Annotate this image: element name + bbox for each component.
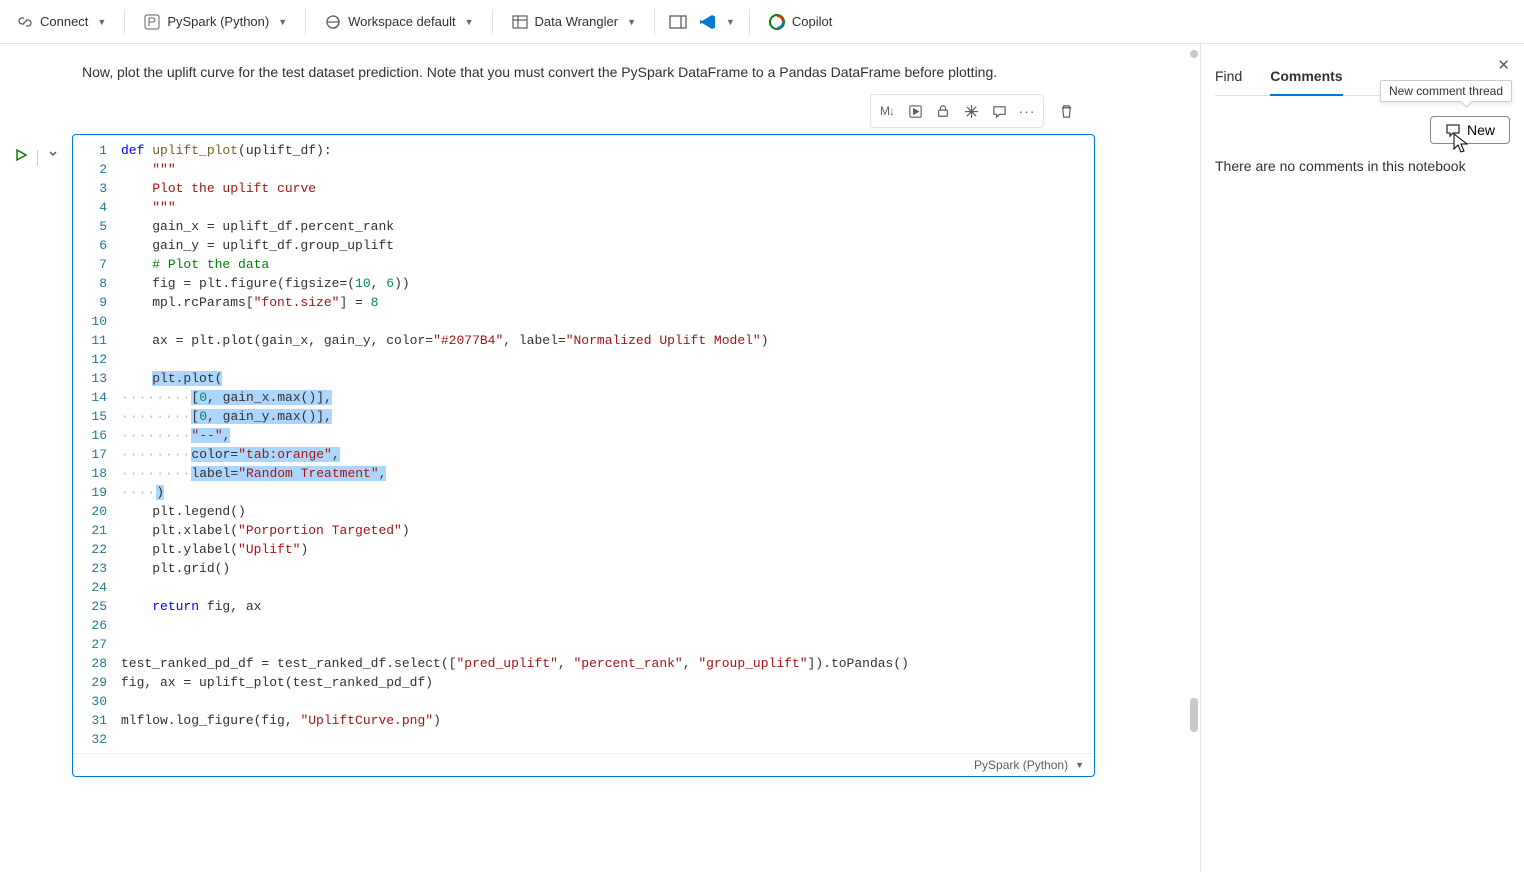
freeze-button[interactable]: [957, 97, 985, 125]
top-toolbar: Connect ▼ PySpark (Python) ▼ Workspace d…: [0, 0, 1524, 44]
notebook-area: Now, plot the uplift curve for the test …: [0, 44, 1200, 872]
layout-button[interactable]: [665, 8, 691, 36]
chevron-down-icon: ▼: [726, 17, 735, 27]
tab-find[interactable]: Find: [1215, 62, 1242, 95]
convert-markdown-button[interactable]: M↓: [873, 97, 901, 125]
kernel-label: PySpark (Python): [167, 14, 269, 29]
run-cell-button[interactable]: [14, 148, 28, 165]
markdown-cell: Now, plot the uplift curve for the test …: [0, 64, 1080, 90]
kernel-selector[interactable]: PySpark (Python) ▼: [135, 8, 295, 36]
markdown-text: Now, plot the uplift curve for the test …: [82, 64, 997, 80]
comment-button[interactable]: [985, 97, 1013, 125]
scrollbar-thumb[interactable]: [1190, 698, 1198, 732]
new-comment-button[interactable]: New: [1430, 116, 1510, 144]
data-wrangler-button[interactable]: Data Wrangler ▼: [503, 8, 645, 36]
code-editor[interactable]: def uplift_plot(uplift_df): """ Plot the…: [121, 141, 1094, 749]
close-panel-button[interactable]: ✕: [1497, 56, 1510, 74]
lock-button[interactable]: [929, 97, 957, 125]
pyspark-icon: [143, 13, 161, 31]
link-icon: [16, 13, 34, 31]
copilot-label: Copilot: [792, 14, 832, 29]
new-button-label: New: [1467, 122, 1495, 138]
expand-button[interactable]: [47, 148, 59, 163]
connect-label: Connect: [40, 14, 88, 29]
workspace-label: Workspace default: [348, 14, 455, 29]
chevron-down-icon: ▼: [627, 17, 636, 27]
wrangler-icon: [511, 13, 529, 31]
connect-button[interactable]: Connect ▼: [8, 8, 114, 36]
chevron-down-icon: ▼: [278, 17, 287, 27]
tab-comments[interactable]: Comments: [1270, 62, 1342, 96]
run-below-button[interactable]: [901, 97, 929, 125]
tooltip: New comment thread: [1380, 80, 1512, 102]
chevron-down-icon: ▼: [97, 17, 106, 27]
cell-toolbar: M↓ ···: [0, 94, 1080, 128]
chevron-down-icon: ▼: [465, 17, 474, 27]
scrollbar-thumb[interactable]: [1190, 50, 1198, 58]
separator: [749, 9, 750, 35]
separator: [492, 9, 493, 35]
more-button[interactable]: ···: [1013, 97, 1041, 125]
copilot-icon: [768, 13, 786, 31]
separator: [37, 150, 38, 166]
separator: [305, 9, 306, 35]
vscode-icon: [699, 13, 717, 31]
delete-cell-button[interactable]: [1052, 97, 1080, 125]
comment-icon: [1445, 122, 1461, 138]
empty-comments-message: There are no comments in this notebook: [1215, 144, 1510, 174]
line-numbers: 1234567891011121314151617181920212223242…: [73, 141, 121, 749]
layout-icon: [669, 13, 687, 31]
separator: [124, 9, 125, 35]
wrangler-label: Data Wrangler: [535, 14, 619, 29]
vscode-button[interactable]: ▼: [695, 8, 739, 36]
workspace-selector[interactable]: Workspace default ▼: [316, 8, 481, 36]
comments-panel: ✕ New comment thread Find Comments New T…: [1200, 44, 1524, 872]
chevron-down-icon: ▼: [1075, 760, 1084, 770]
code-cell[interactable]: 1234567891011121314151617181920212223242…: [72, 134, 1095, 777]
separator: [654, 9, 655, 35]
copilot-button[interactable]: Copilot: [760, 8, 840, 36]
cell-footer: PySpark (Python) ▼: [73, 753, 1094, 776]
workspace-icon: [324, 13, 342, 31]
cell-language[interactable]: PySpark (Python): [974, 758, 1068, 772]
cell-gutter: [0, 134, 72, 777]
